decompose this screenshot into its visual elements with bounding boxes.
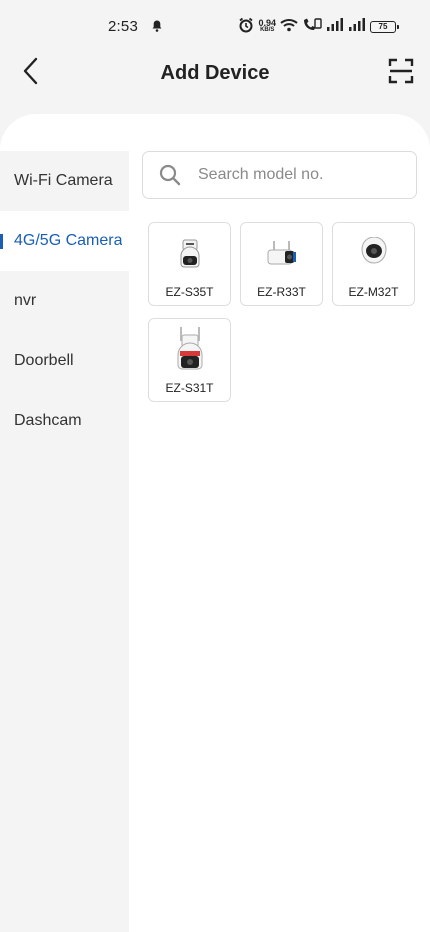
alarm-icon (238, 17, 254, 38)
sidebar-item-label: nvr (14, 292, 37, 309)
bullet-camera-icon (258, 229, 306, 279)
status-icons: 0.94 KB/S 75 (238, 16, 399, 38)
sidebar-item-doorbell[interactable]: Doorbell (0, 331, 129, 391)
signal-strength-2-icon (348, 17, 366, 37)
sidebar-item-4g-5g-camera[interactable]: 4G/5G Camera (0, 211, 129, 271)
sidebar-item-label: Doorbell (14, 352, 74, 369)
device-card-ez-r33t[interactable]: EZ-R33T (240, 222, 323, 306)
device-grid: EZ-S35T EZ-R33T EZ-M32T EZ-S31T (148, 222, 418, 402)
device-model-label: EZ-R33T (257, 285, 306, 299)
device-card-ez-s31t[interactable]: EZ-S31T (148, 318, 231, 402)
device-card-ez-s35t[interactable]: EZ-S35T (148, 222, 231, 306)
sidebar-item-nvr[interactable]: nvr (0, 271, 129, 331)
content-panel: Wi-Fi Camera 4G/5G Camera nvr Doorbell D… (0, 114, 430, 932)
battery-indicator: 75 (370, 21, 399, 33)
device-card-ez-m32t[interactable]: EZ-M32T (332, 222, 415, 306)
sidebar-item-label: 4G/5G Camera (14, 232, 123, 249)
signal-strength-1-icon (326, 17, 344, 37)
ptz-camera-antenna-icon (166, 325, 214, 375)
search-icon (159, 164, 181, 186)
sidebar-item-dashcam[interactable]: Dashcam (0, 391, 129, 451)
volte-call-icon (302, 17, 322, 38)
device-model-label: EZ-S31T (165, 381, 214, 395)
notification-bell-icon (150, 19, 164, 33)
scan-icon (388, 58, 414, 89)
device-model-label: EZ-S35T (165, 285, 214, 299)
scan-qr-button[interactable] (386, 58, 416, 88)
page-title: Add Device (160, 62, 270, 84)
app-header: Add Device (0, 50, 430, 100)
device-model-label: EZ-M32T (348, 285, 399, 299)
sidebar-item-wifi-camera[interactable]: Wi-Fi Camera (0, 151, 129, 211)
dome-camera-icon (350, 229, 398, 279)
ptz-camera-small-icon (166, 229, 214, 279)
category-sidebar: Wi-Fi Camera 4G/5G Camera nvr Doorbell D… (0, 151, 129, 932)
status-time: 2:53 (108, 18, 138, 35)
status-bar: 2:53 0.94 KB/S 75 (0, 0, 430, 50)
sidebar-item-label: Wi-Fi Camera (14, 172, 113, 189)
search-input[interactable] (198, 166, 398, 184)
wifi-icon (280, 18, 298, 37)
search-box[interactable] (142, 151, 417, 199)
network-speed: 0.94 KB/S (258, 18, 276, 34)
sidebar-item-label: Dashcam (14, 412, 82, 429)
